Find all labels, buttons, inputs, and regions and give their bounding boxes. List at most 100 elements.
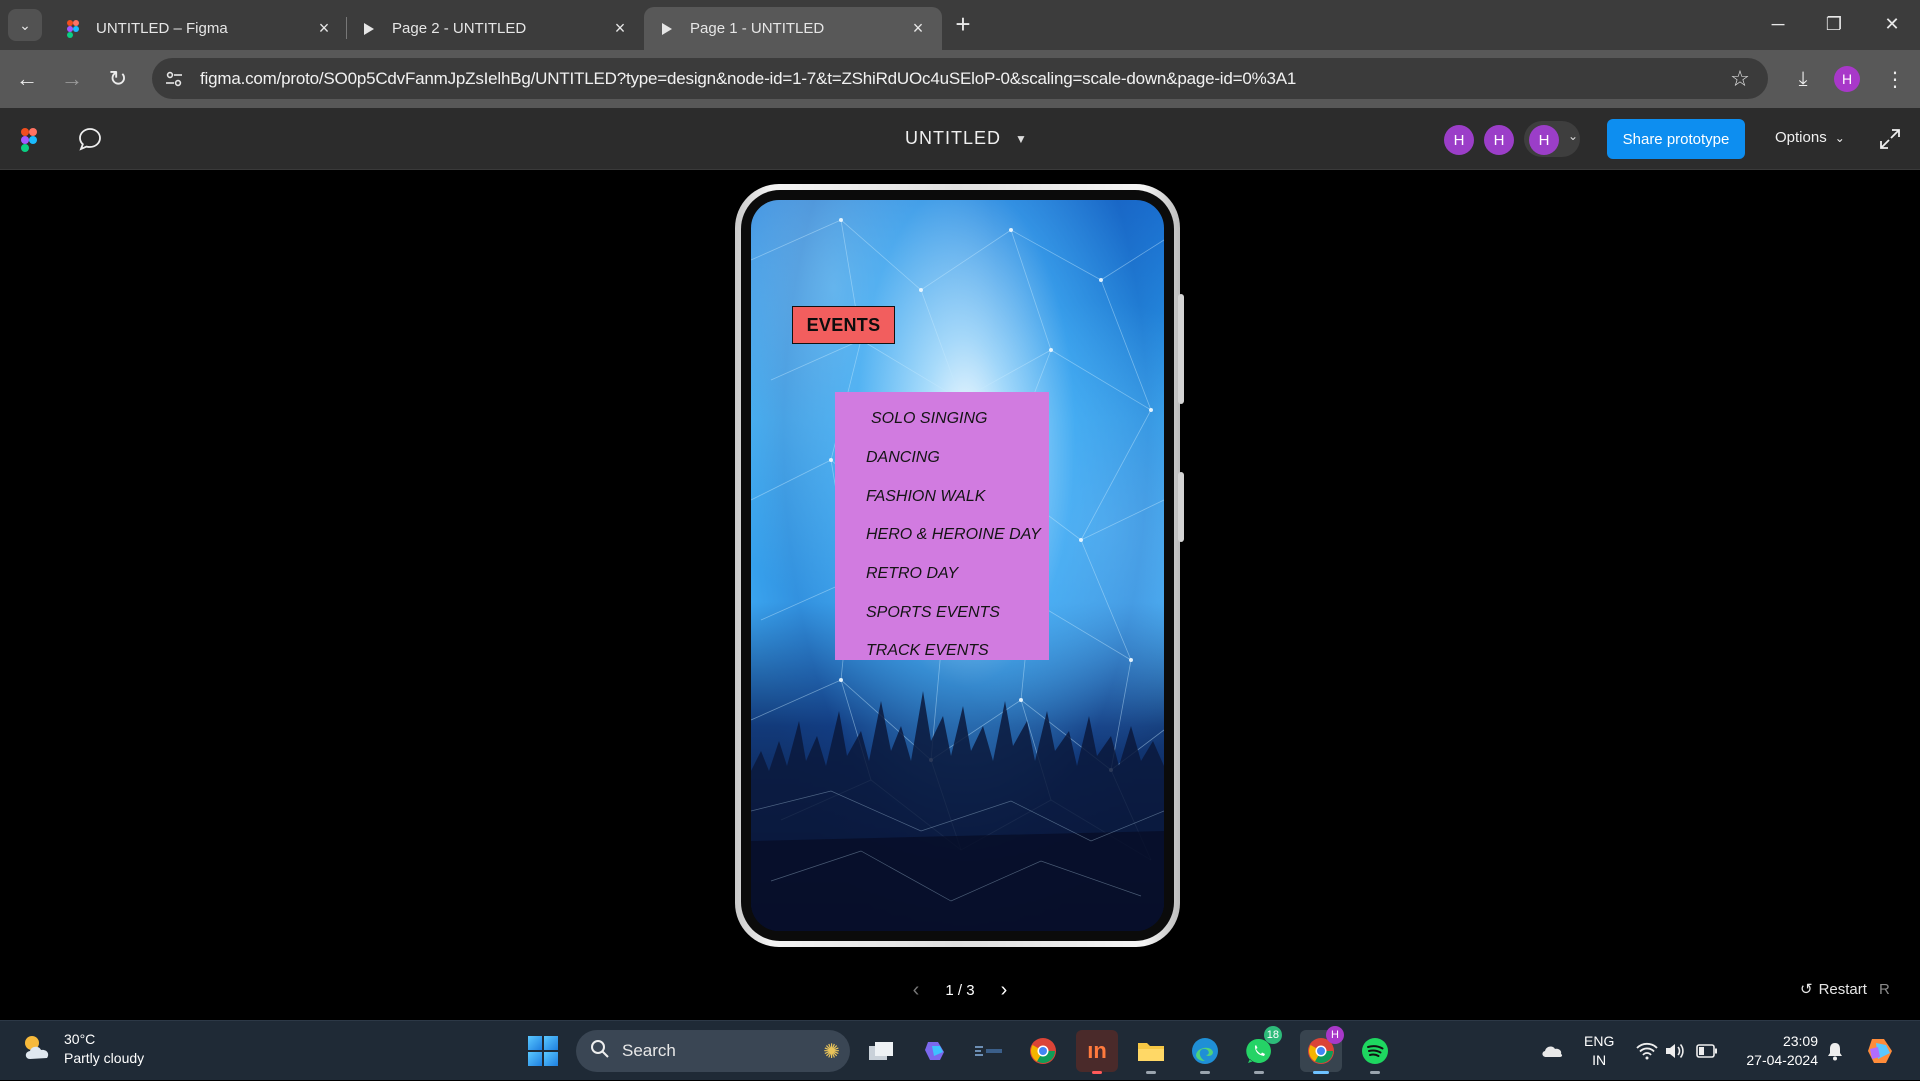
search-icon bbox=[590, 1039, 610, 1064]
phone-side-button bbox=[1178, 294, 1184, 404]
file-title: UNTITLED bbox=[905, 128, 1002, 148]
language-code: ENG bbox=[1584, 1033, 1615, 1049]
chrome-profile-icon[interactable]: H bbox=[1300, 1026, 1344, 1074]
event-item-track-events[interactable]: TRACK EVENTS bbox=[835, 632, 1049, 671]
figma-prototype-toolbar: UNTITLED ▼ H H H ⌄ Share prototype Optio… bbox=[0, 108, 1920, 170]
page-counter: 1 / 3 bbox=[945, 981, 975, 999]
edge-icon[interactable] bbox=[1184, 1030, 1226, 1074]
spotify-icon[interactable] bbox=[1354, 1030, 1396, 1074]
avatar[interactable]: H bbox=[1529, 125, 1559, 155]
app-launcher-icon[interactable] bbox=[968, 1030, 1010, 1072]
profile-badge: H bbox=[1326, 1026, 1344, 1044]
crowd-silhouette-image bbox=[751, 691, 1164, 931]
event-item-hero-heroine-day[interactable]: HERO & HEROINE DAY bbox=[835, 516, 1049, 555]
windows-start-icon[interactable] bbox=[528, 1036, 558, 1066]
menu-kebab-icon[interactable]: ⋮ bbox=[1880, 64, 1910, 94]
phone-frame: EVENTS SOLO SINGING DANCING FASHION WALK… bbox=[735, 184, 1184, 947]
minimize-button[interactable]: ─ bbox=[1750, 0, 1806, 48]
play-icon bbox=[360, 20, 378, 38]
events-title-badge[interactable]: EVENTS bbox=[792, 306, 895, 344]
event-item-fashion-walk[interactable]: FASHION WALK bbox=[835, 477, 1049, 516]
chevron-down-icon: ⌄ bbox=[1834, 130, 1845, 145]
clock-time: 23:09 bbox=[1782, 1033, 1818, 1049]
event-item-dancing[interactable]: DANCING bbox=[835, 439, 1049, 478]
onedrive-icon[interactable] bbox=[1540, 1021, 1564, 1081]
restart-label: Restart bbox=[1818, 980, 1867, 998]
avatar[interactable]: H bbox=[1444, 125, 1474, 155]
notification-bell-icon[interactable] bbox=[1826, 1021, 1844, 1081]
reload-icon[interactable]: ↻ bbox=[103, 64, 133, 94]
battery-icon[interactable] bbox=[1696, 1021, 1718, 1081]
share-prototype-button[interactable]: Share prototype bbox=[1607, 119, 1745, 159]
app-m-glyph: ın bbox=[1087, 1038, 1107, 1063]
back-icon[interactable]: ← bbox=[12, 64, 42, 94]
prototype-screen[interactable]: EVENTS SOLO SINGING DANCING FASHION WALK… bbox=[751, 200, 1164, 931]
tab-title: Page 1 - UNTITLED bbox=[690, 20, 825, 37]
notification-badge: 18 bbox=[1263, 1026, 1282, 1044]
weather-condition: Partly cloudy bbox=[64, 1050, 145, 1066]
forward-icon[interactable]: → bbox=[57, 64, 87, 94]
tab-search-button[interactable]: ⌄ bbox=[8, 9, 42, 41]
close-window-button[interactable]: ✕ bbox=[1864, 0, 1920, 48]
app-m-icon[interactable]: ın bbox=[1076, 1030, 1118, 1074]
copilot-icon[interactable] bbox=[914, 1030, 956, 1072]
close-icon[interactable]: × bbox=[908, 18, 928, 39]
system-clock[interactable]: 23:09 27-04-2024 bbox=[1738, 1032, 1818, 1070]
windows-taskbar: 30°C Partly cloudy Search ✺ ın 18 H ENG … bbox=[0, 1020, 1920, 1080]
region-code: IN bbox=[1592, 1052, 1607, 1068]
url-text: figma.com/proto/SO0p5CdvFanmJpZsIelhBg/U… bbox=[200, 68, 1297, 88]
options-label: Options bbox=[1775, 129, 1827, 146]
profile-avatar[interactable]: H bbox=[1834, 66, 1860, 92]
options-dropdown[interactable]: Options ⌄ bbox=[1775, 129, 1845, 146]
fullscreen-icon[interactable] bbox=[1878, 127, 1902, 151]
frame-pager: ‹ 1 / 3 › bbox=[905, 975, 1015, 1005]
copilot-tray-icon[interactable] bbox=[1864, 1021, 1896, 1081]
whatsapp-icon[interactable]: 18 bbox=[1238, 1026, 1282, 1074]
figma-logo-icon[interactable] bbox=[21, 128, 37, 152]
close-icon[interactable]: × bbox=[314, 18, 334, 39]
avatar[interactable]: H bbox=[1484, 125, 1514, 155]
chevron-down-icon: ▼ bbox=[1015, 131, 1028, 146]
file-explorer-icon[interactable] bbox=[1130, 1030, 1172, 1074]
tab-figma-file[interactable]: UNTITLED – Figma × bbox=[50, 7, 348, 50]
event-item-solo-singing[interactable]: SOLO SINGING bbox=[835, 400, 1049, 439]
search-highlight-icon: ✺ bbox=[823, 1040, 840, 1063]
taskbar-search[interactable]: Search ✺ bbox=[576, 1030, 850, 1072]
chevron-down-icon: ⌄ bbox=[1568, 129, 1579, 143]
bookmark-star-icon[interactable]: ☆ bbox=[1722, 66, 1758, 92]
volume-icon[interactable] bbox=[1664, 1021, 1686, 1081]
tab-title: UNTITLED – Figma bbox=[96, 20, 228, 37]
temperature: 30°C bbox=[64, 1031, 96, 1047]
prototype-canvas: EVENTS SOLO SINGING DANCING FASHION WALK… bbox=[0, 170, 1920, 1020]
chevron-right-icon[interactable]: › bbox=[993, 979, 1015, 1001]
tab-page-1[interactable]: Page 1 - UNTITLED × bbox=[644, 7, 942, 50]
phone-side-button bbox=[1178, 472, 1184, 542]
restore-button[interactable]: ❐ bbox=[1806, 0, 1862, 48]
file-title-dropdown[interactable]: UNTITLED ▼ bbox=[905, 128, 1028, 149]
site-info-icon[interactable] bbox=[160, 65, 188, 93]
wifi-icon[interactable] bbox=[1636, 1021, 1658, 1081]
clock-date: 27-04-2024 bbox=[1746, 1052, 1818, 1068]
tab-page-2[interactable]: Page 2 - UNTITLED × bbox=[346, 7, 644, 50]
figma-icon bbox=[64, 19, 82, 38]
phone-bezel: EVENTS SOLO SINGING DANCING FASHION WALK… bbox=[741, 190, 1174, 941]
event-item-retro-day[interactable]: RETRO DAY bbox=[835, 555, 1049, 594]
download-icon[interactable]: ⤓ bbox=[1788, 64, 1818, 94]
restart-shortcut: R bbox=[1878, 980, 1890, 998]
events-menu: SOLO SINGING DANCING FASHION WALK HERO &… bbox=[835, 392, 1049, 660]
restart-icon: ↺ bbox=[1800, 981, 1813, 998]
play-icon bbox=[658, 20, 676, 38]
chevron-left-icon[interactable]: ‹ bbox=[905, 979, 927, 1001]
restart-button[interactable]: ↺ Restart R bbox=[1800, 980, 1890, 999]
browser-toolbar: ← → ↻ figma.com/proto/SO0p5CdvFanmJpZsIe… bbox=[0, 50, 1920, 108]
chrome-icon[interactable] bbox=[1022, 1030, 1064, 1072]
task-view-icon[interactable] bbox=[860, 1030, 902, 1072]
address-bar[interactable]: figma.com/proto/SO0p5CdvFanmJpZsIelhBg/U… bbox=[152, 58, 1768, 99]
browser-tab-bar: ⌄ UNTITLED – Figma × Page 2 - UNTITLED ×… bbox=[0, 0, 1920, 50]
close-icon[interactable]: × bbox=[610, 18, 630, 39]
comment-icon[interactable] bbox=[76, 125, 104, 153]
weather-widget[interactable]: 30°C Partly cloudy bbox=[20, 1030, 144, 1068]
language-indicator[interactable]: ENG IN bbox=[1584, 1032, 1614, 1070]
new-tab-button[interactable]: + bbox=[948, 10, 978, 40]
event-item-sports-events[interactable]: SPORTS EVENTS bbox=[835, 593, 1049, 632]
